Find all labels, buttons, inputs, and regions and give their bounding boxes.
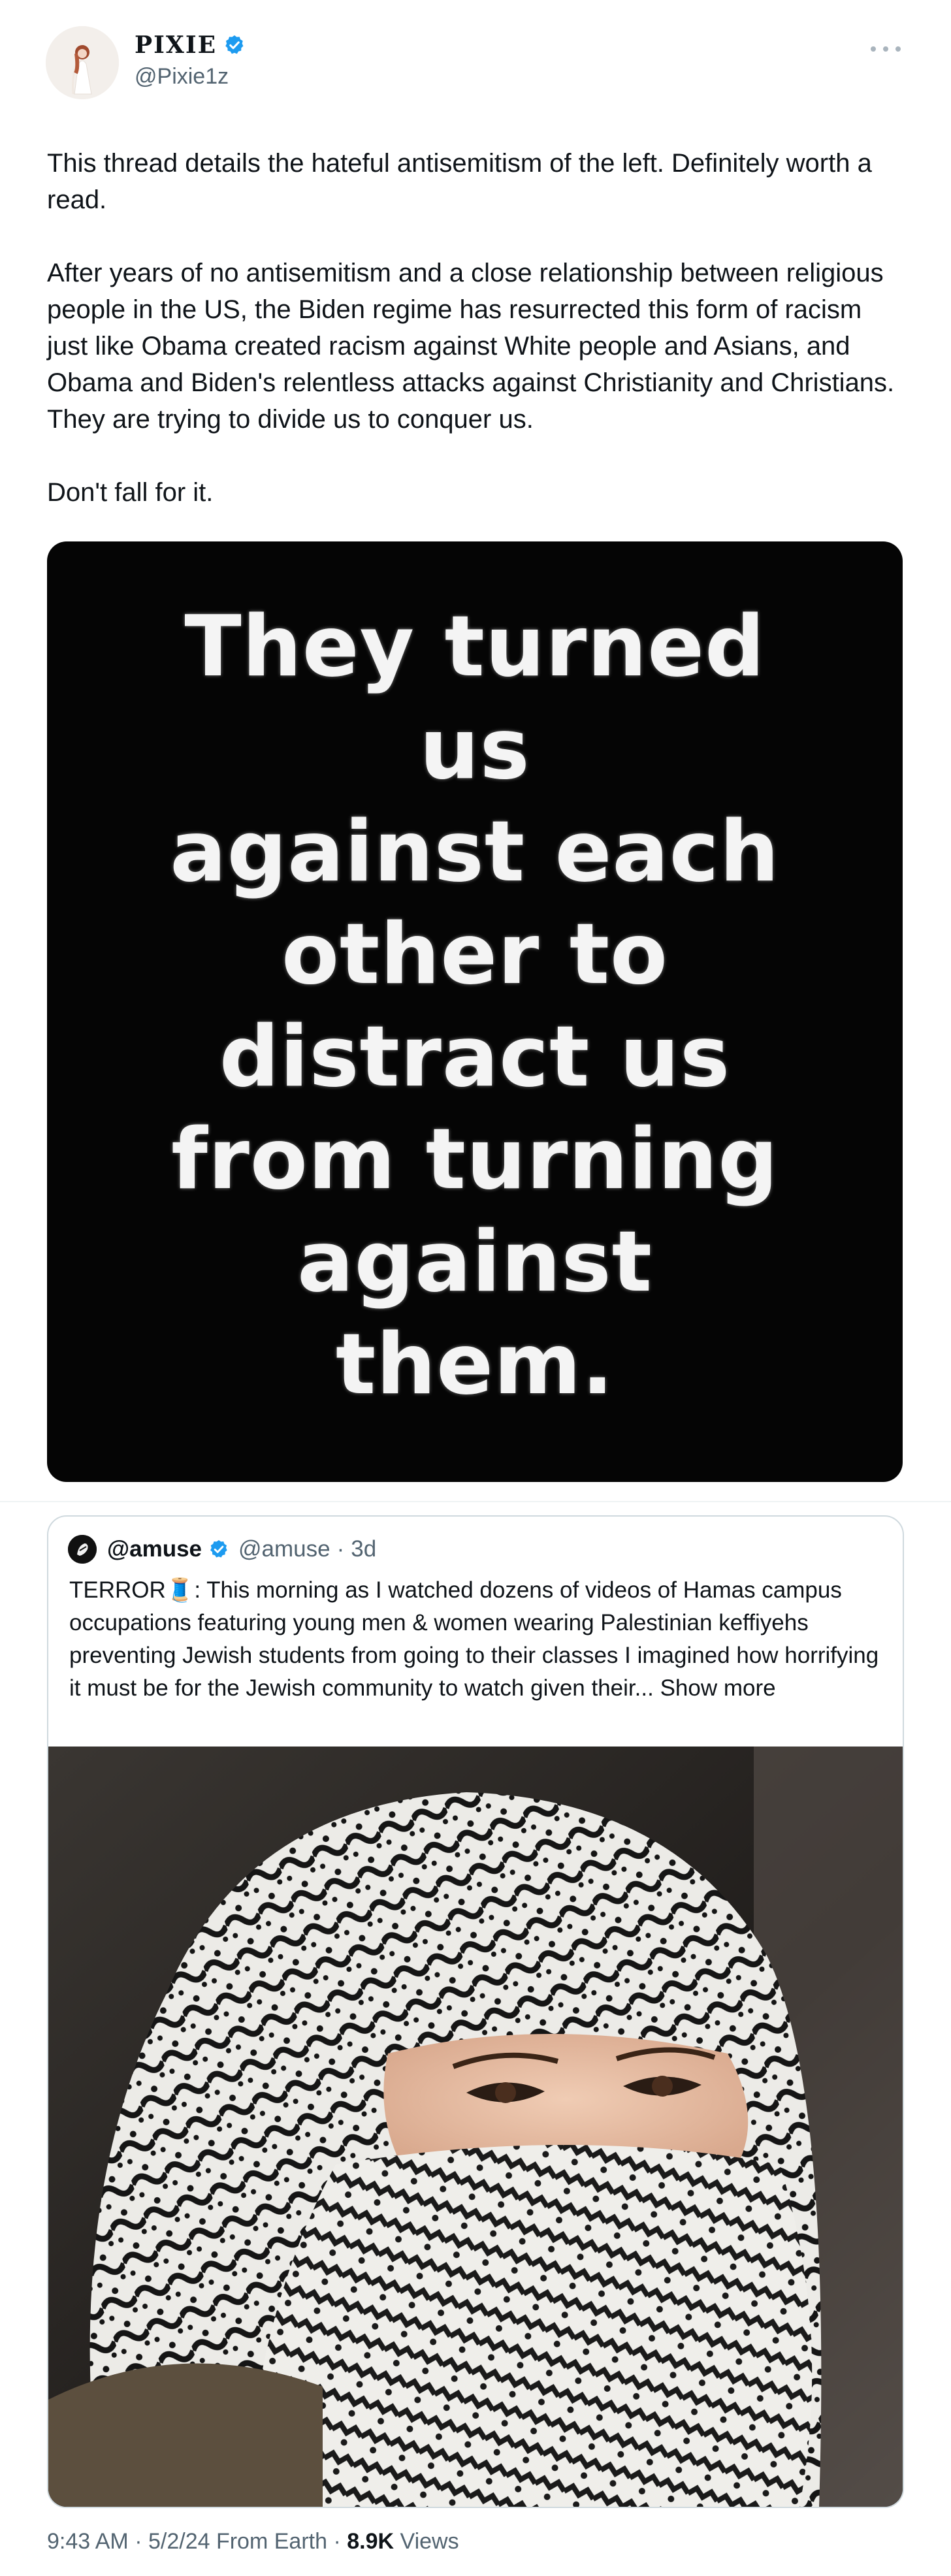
author-handle[interactable]: @Pixie1z: [135, 64, 229, 89]
image-caption-line: from turning: [171, 1111, 779, 1208]
keffiyeh-photo: [48, 1747, 903, 2507]
tweet-paragraph: After years of no antisemitism and a clo…: [47, 259, 895, 434]
tweet-date[interactable]: 5/2/24: [148, 2529, 210, 2554]
quoted-tweet-age[interactable]: 3d: [351, 1536, 376, 1562]
verified-icon: [225, 35, 244, 54]
tweet-meta: 9:43 AM · 5/2/24 From Earth · 8.9K Views: [47, 2529, 459, 2554]
tweet-body: This thread details the hateful antisemi…: [47, 145, 903, 511]
quoted-tweet-image[interactable]: [48, 1747, 903, 2507]
views-count[interactable]: 8.9K: [347, 2529, 394, 2554]
views-label: Views: [400, 2529, 459, 2554]
quoted-tweet-text: TERROR🧵: This morning as I watched dozen…: [69, 1574, 886, 1705]
author-name-row: PIXIE: [135, 31, 246, 59]
author-avatar[interactable]: [46, 26, 119, 99]
tweet-time[interactable]: 9:43 AM: [47, 2529, 129, 2554]
quoted-author-handle[interactable]: @amuse: [238, 1536, 330, 1562]
image-caption-line: against: [297, 1214, 653, 1311]
image-caption: They turned us against each other to dis…: [116, 596, 834, 1416]
tweet-paragraph: This thread details the hateful antisemi…: [47, 149, 872, 214]
image-caption-line: against each: [170, 803, 780, 901]
tweet-image[interactable]: They turned us against each other to dis…: [47, 541, 903, 1482]
separator: ·: [135, 2529, 142, 2554]
verified-icon: [210, 1540, 227, 1558]
avatar-image: [46, 26, 119, 99]
separator: ·: [336, 1536, 345, 1562]
image-caption-line: them.: [335, 1316, 615, 1413]
tweet-source: From Earth: [216, 2529, 328, 2554]
quoted-avatar-image: [68, 1535, 97, 1564]
quoted-author-name[interactable]: @amuse: [107, 1536, 202, 1562]
tweet-paragraph: Don't fall for it.: [47, 478, 214, 507]
show-more-link[interactable]: Show more: [660, 1675, 776, 1701]
more-icon: [871, 46, 901, 52]
image-caption-line: They turned us: [184, 598, 766, 798]
more-options-button[interactable]: [871, 39, 901, 59]
image-caption-line: other to: [282, 906, 668, 1003]
quoted-author-avatar[interactable]: [68, 1535, 97, 1564]
separator: ·: [333, 2529, 341, 2554]
author-display-name[interactable]: PIXIE: [135, 31, 217, 59]
quoted-tweet-header: @amuse @amuse · 3d: [68, 1535, 376, 1564]
image-caption-line: distract us: [219, 1008, 731, 1106]
quoted-tweet[interactable]: @amuse @amuse · 3d TERROR🧵: This morning…: [47, 1515, 904, 2508]
divider: [0, 1501, 951, 1502]
